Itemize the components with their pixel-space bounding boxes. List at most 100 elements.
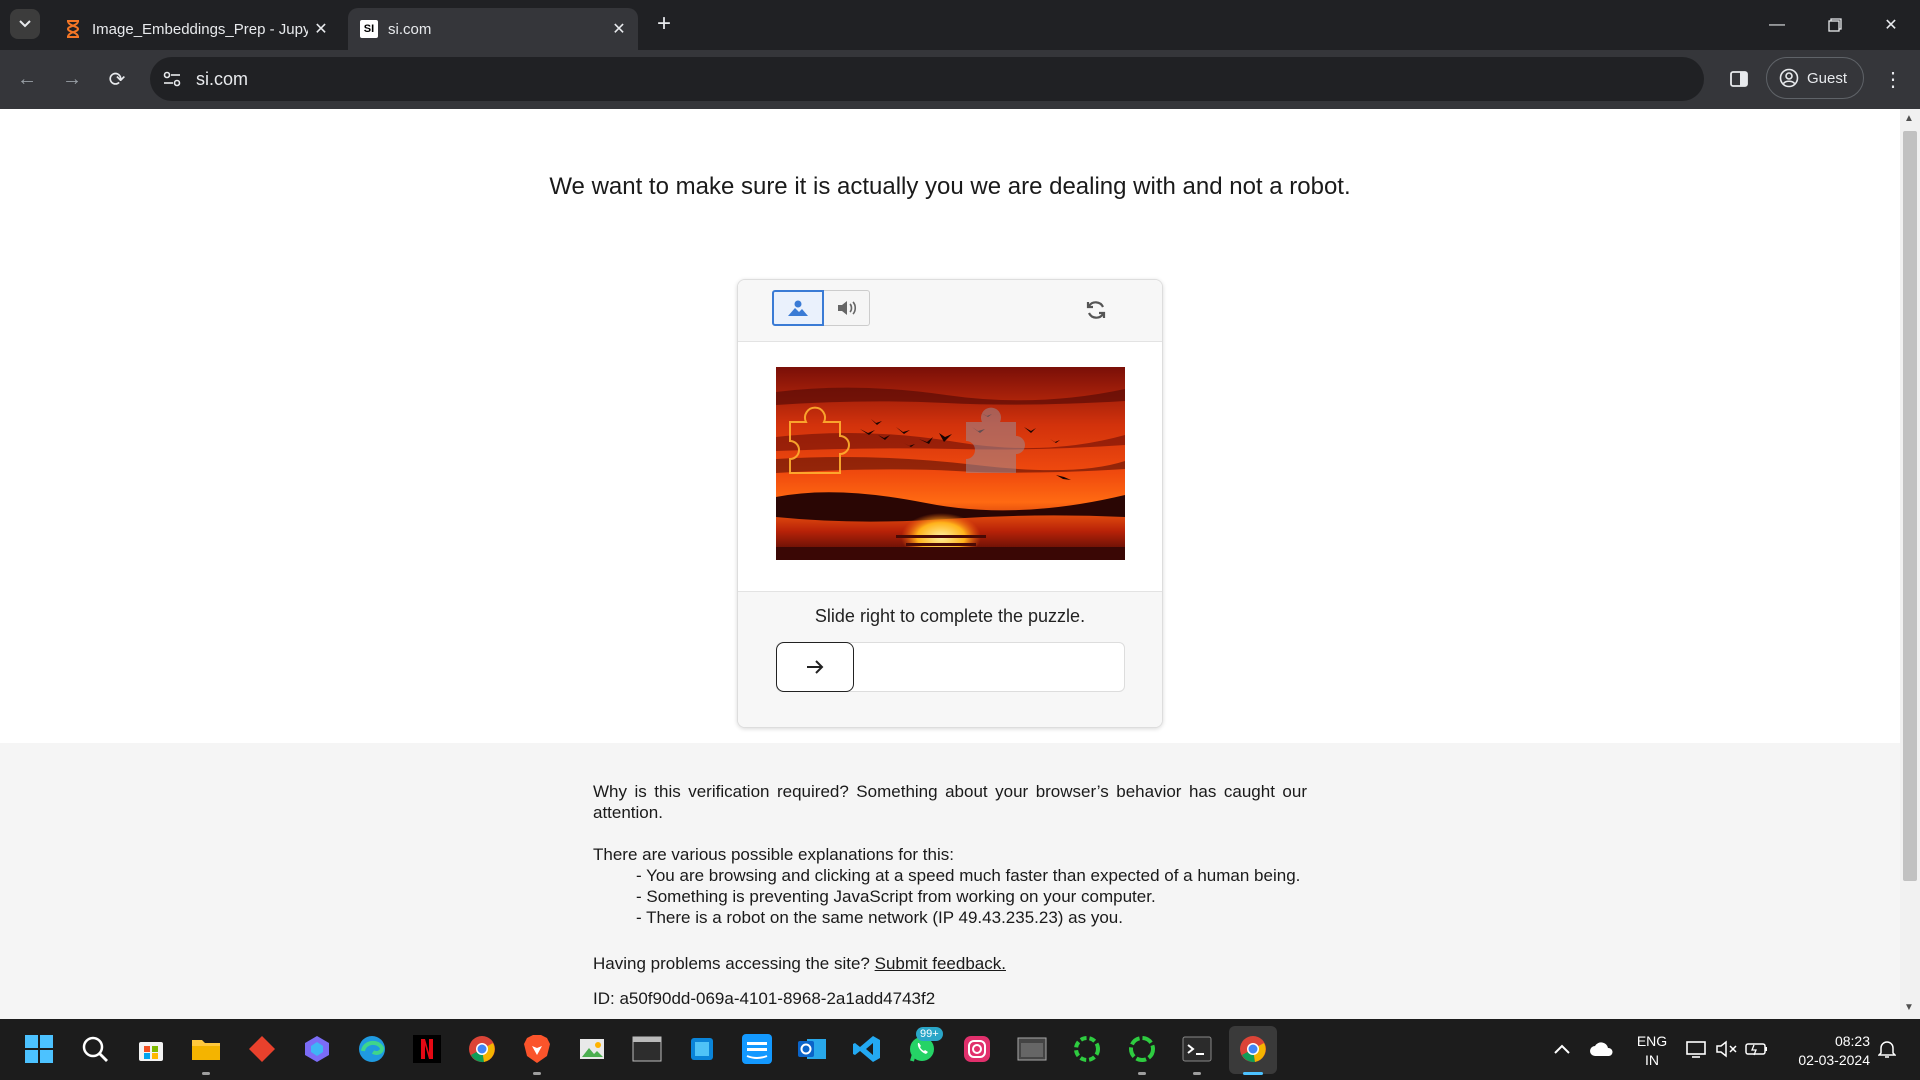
image-viewer-icon[interactable] [575, 1032, 609, 1066]
tab-title: si.com [388, 20, 432, 38]
terminal-window-icon[interactable] [630, 1032, 664, 1066]
file-explorer-icon[interactable] [189, 1032, 223, 1066]
puzzle-image [776, 367, 1125, 560]
info-section: Why is this verification required? Somet… [0, 743, 1900, 1019]
new-tab-button[interactable]: + [650, 10, 678, 38]
tab-search-button[interactable] [10, 9, 40, 39]
page-headline: We want to make sure it is actually you … [549, 173, 1351, 200]
region-code: IN [1645, 1052, 1659, 1068]
reasons-list: - You are browsing and clicking at a spe… [593, 865, 1307, 928]
instagram-icon[interactable] [960, 1032, 994, 1066]
close-tab-icon[interactable]: ✕ [606, 16, 632, 42]
profile-button[interactable]: Guest [1766, 57, 1864, 99]
notification-bell-icon[interactable] [1870, 1032, 1904, 1066]
reload-button[interactable]: ⟳ [100, 62, 134, 96]
hourglass-icon [64, 20, 82, 38]
address-bar[interactable]: si.com [150, 57, 1704, 101]
close-window-button[interactable]: ✕ [1862, 0, 1920, 50]
puzzle-instruction: Slide right to complete the puzzle. [814, 606, 1086, 626]
image-icon [788, 300, 808, 316]
chevron-down-icon [19, 20, 31, 28]
address-text: si.com [196, 68, 249, 89]
speaker-icon [837, 301, 856, 315]
problems-line: Having problems accessing the site? Subm… [593, 953, 1307, 974]
audio-mode-button[interactable] [824, 290, 870, 326]
app-icon-blue[interactable] [685, 1032, 719, 1066]
windows-start-icon[interactable] [22, 1032, 56, 1066]
active-indicator [1243, 1072, 1263, 1075]
microsoft-store-icon[interactable] [134, 1032, 168, 1066]
vscode-icon[interactable] [850, 1032, 884, 1066]
tab-jupyter[interactable]: Image_Embeddings_Prep - Jupyter ✕ [52, 8, 340, 50]
reason-item: - You are browsing and clicking at a spe… [636, 866, 1301, 885]
toolbar: ← → ⟳ si.com Guest ⋮ [0, 50, 1920, 109]
reason-item: - Something is preventing JavaScript fro… [636, 887, 1156, 906]
slider-handle[interactable] [776, 642, 854, 692]
profile-label: Guest [1807, 69, 1848, 87]
refresh-challenge-button[interactable] [1082, 296, 1110, 324]
taskbar: 99+ ENG IN 08:23 02-03-2024 [0, 1019, 1920, 1080]
notification-badge: 99+ [916, 1027, 943, 1041]
arrow-right-icon [807, 660, 824, 674]
browser-chrome: Image_Embeddings_Prep - Jupyter ✕ SI si.… [0, 0, 1920, 109]
language-indicator[interactable]: ENG IN [1632, 1032, 1672, 1070]
language-code: ENG [1636, 1033, 1668, 1049]
reason-item: - There is a robot on the same network (… [636, 908, 1123, 927]
tab-si-com[interactable]: SI si.com ✕ [348, 8, 638, 50]
app-window-icon[interactable] [1015, 1032, 1049, 1066]
menu-button[interactable]: ⋮ [1876, 62, 1910, 96]
si-logo-icon: SI [360, 20, 378, 38]
problems-text: Having problems accessing the site? [593, 954, 870, 973]
refresh-icon [1086, 301, 1106, 319]
tab-strip: Image_Embeddings_Prep - Jupyter ✕ SI si.… [0, 0, 1920, 50]
restore-button[interactable] [1806, 0, 1864, 50]
forward-button[interactable]: → [55, 62, 89, 96]
running-indicator [1138, 1072, 1146, 1075]
edge-icon[interactable] [355, 1032, 389, 1066]
submit-feedback-link[interactable]: Submit feedback. [875, 954, 1006, 973]
tab-title: Image_Embeddings_Prep - Jupyter [92, 20, 308, 38]
app-icon-red-diamond[interactable] [245, 1032, 279, 1066]
clock-time: 08:23 [1834, 1033, 1870, 1049]
copilot-icon[interactable] [300, 1032, 334, 1066]
scroll-up-icon[interactable]: ▲ [1904, 113, 1914, 124]
app-ring-icon[interactable] [1070, 1032, 1104, 1066]
clock[interactable]: 08:23 02-03-2024 [1780, 1032, 1870, 1070]
onedrive-icon[interactable] [1585, 1032, 1619, 1066]
captcha-footer: Slide right to complete the puzzle. [738, 591, 1162, 727]
running-indicator [202, 1072, 210, 1075]
scroll-thumb[interactable] [1903, 131, 1917, 881]
side-panel-icon [1730, 71, 1748, 87]
account-icon [1779, 68, 1799, 88]
brave-icon[interactable] [520, 1032, 554, 1066]
side-panel-button[interactable] [1722, 62, 1756, 96]
netflix-icon[interactable] [410, 1032, 444, 1066]
battery-icon[interactable] [1740, 1032, 1774, 1066]
request-id: ID: a50f90dd-069a-4101-8968-2a1add4743f2 [593, 989, 936, 1008]
outlook-icon[interactable] [795, 1032, 829, 1066]
scroll-down-icon[interactable]: ▼ [1904, 1002, 1914, 1013]
running-indicator [1193, 1072, 1201, 1075]
reasons-intro: There are various possible explanations … [593, 845, 954, 864]
volume-muted-icon[interactable] [1710, 1032, 1744, 1066]
vertical-scrollbar[interactable]: ▲ ▼ [1900, 109, 1920, 1019]
terminal-icon[interactable] [1180, 1032, 1214, 1066]
site-info-icon[interactable] [162, 69, 182, 89]
captcha-header [738, 280, 1162, 342]
chrome-icon[interactable] [465, 1032, 499, 1066]
network-icon[interactable] [1680, 1032, 1714, 1066]
restore-icon [1828, 18, 1842, 32]
chrome-active-icon[interactable] [1236, 1032, 1270, 1066]
show-hidden-icons-button[interactable] [1545, 1032, 1579, 1066]
search-icon[interactable] [78, 1032, 112, 1066]
why-text: Why is this verification required? Somet… [593, 782, 1307, 822]
back-button[interactable]: ← [10, 62, 44, 96]
page-content: We want to make sure it is actually you … [0, 109, 1900, 1019]
close-tab-icon[interactable]: ✕ [308, 16, 334, 42]
running-indicator [533, 1072, 541, 1075]
prime-video-icon[interactable] [740, 1032, 774, 1066]
minimize-button[interactable]: — [1748, 0, 1806, 50]
image-mode-button[interactable] [772, 290, 824, 326]
app-ring-icon-2[interactable] [1125, 1032, 1159, 1066]
clock-date: 02-03-2024 [1798, 1052, 1870, 1068]
